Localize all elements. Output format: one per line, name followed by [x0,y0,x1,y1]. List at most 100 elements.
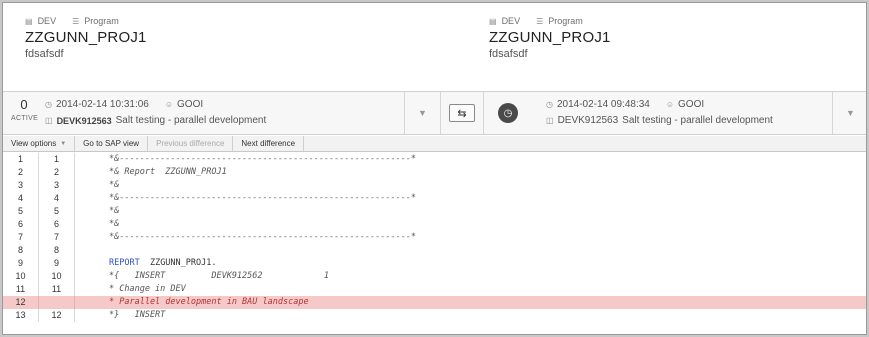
clock-icon: ◷ [45,100,52,109]
right-version-selector[interactable]: ◷ ◷ 2014-02-14 09:48:34 ☺ GOOI ◫ DEVK912… [483,92,866,134]
left-object-header: ▤ DEV ☰ Program ZZGUNN_PROJ1 fdsafsdf [25,15,147,61]
right-line-number: 10 [39,270,75,283]
code-row: 11 11 * Change in DEV [3,283,866,296]
code-text: *&--------------------------------------… [109,154,417,164]
code-text: *{ INSERT DEVK912562 1 [109,271,330,281]
left-object-name: ZZGUNN_PROJ1 [25,29,147,46]
left-line-number: 13 [3,309,39,322]
chevron-down-icon: ▼ [418,108,427,118]
user-icon: ☺ [665,100,675,109]
code-text: * Parallel development in BAU landscape [109,297,309,307]
left-line-number: 6 [3,218,39,231]
chevron-down-icon: ▼ [846,108,855,118]
left-line-number: 3 [3,179,39,192]
code-statement: ZZGUNN_PROJ1. [139,258,217,268]
left-line-number: 4 [3,192,39,205]
left-line-number: 8 [3,244,39,257]
code-row: 7 7 *&------------------------------------… [3,231,866,244]
right-object-type: Program [548,16,583,26]
right-line-number: 7 [39,231,75,244]
left-version-user: GOOI [177,99,204,110]
left-object-description: fdsafsdf [25,48,64,60]
right-line-number [39,296,75,309]
code-text: *& [109,180,120,190]
right-line-number: 11 [39,283,75,296]
code-row: 2 2 *& Report ZZGUNN_PROJ1 [3,166,866,179]
version-badge: 0 ACTIVE [11,97,39,123]
database-icon: ▤ [489,16,497,26]
code-row: 5 5 *& [3,205,866,218]
right-version-timestamp: 2014-02-14 09:48:34 [556,99,650,110]
program-icon: ☰ [72,16,80,26]
swap-arrows-icon: ⇆ [457,107,467,120]
view-options-button[interactable]: View options ▼ [3,136,76,151]
left-version-dropdown[interactable]: ▼ [404,92,440,134]
right-object-description: fdsafsdf [489,48,528,60]
code-row-difference: 12 * Parallel development in BAU landscap… [3,296,866,309]
right-line-number: 1 [39,153,75,166]
version-bar: 0 ACTIVE ◷ 2014-02-14 10:31:06 ☺ GOOI ◫ … [3,91,866,135]
right-line-number: 6 [39,218,75,231]
code-row: 88 [3,244,866,257]
transport-request-icon: ◫ [45,116,53,125]
right-line-number: 5 [39,205,75,218]
code-text: *& [109,219,120,229]
right-line-number: 9 [39,257,75,270]
code-row: 4 4 *&------------------------------------… [3,192,866,205]
code-text: *&--------------------------------------… [109,193,417,203]
code-row: 10 10 *{ INSERT DEVK912562 1 [3,270,866,283]
history-clock-icon: ◷ [498,103,518,123]
code-keyword: REPORT [109,258,140,268]
code-row: 9 9 REPORT ZZGUNN_PROJ1. [3,257,866,270]
left-object-type: Program [84,16,119,26]
code-text: *& [109,206,120,216]
version-state: ACTIVE [11,115,39,122]
left-version-selector[interactable]: 0 ACTIVE ◷ 2014-02-14 10:31:06 ☺ GOOI ◫ … [3,92,441,134]
left-line-number: 10 [3,270,39,283]
left-line-number: 2 [3,166,39,179]
left-line-number: 12 [3,296,39,309]
code-text: *&--------------------------------------… [109,232,417,242]
right-object-header: ▤ DEV ☰ Program ZZGUNN_PROJ1 fdsafsdf [489,15,611,61]
code-text: *} INSERT [109,310,166,320]
right-line-number: 3 [39,179,75,192]
code-row: 13 12 *} INSERT [3,309,866,322]
right-version-dropdown[interactable]: ▼ [832,92,866,134]
code-comparison: 1 1 *&------------------------------------… [3,153,866,322]
right-system: DEV [501,16,521,26]
transport-request-icon: ◫ [546,116,554,125]
left-version-request-text: Salt testing - parallel development [115,115,267,126]
user-icon: ☺ [164,100,174,109]
left-version-request: DEVK912563 [56,116,112,126]
version-number: 0 [20,97,28,112]
right-version-request-text: Salt testing - parallel development [622,115,773,126]
previous-difference-button[interactable]: Previous difference [148,136,234,151]
left-system: DEV [37,16,57,26]
left-line-number: 5 [3,205,39,218]
next-difference-button[interactable]: Next difference [233,136,305,151]
right-line-number: 2 [39,166,75,179]
right-version-request: DEVK912563 [557,115,619,126]
swap-versions-button[interactable]: ⇆ [449,104,475,122]
left-line-number: 7 [3,231,39,244]
database-icon: ▤ [25,16,33,26]
diff-toolbar: View options ▼ Go to SAP view Previous d… [3,136,866,152]
right-object-name: ZZGUNN_PROJ1 [489,29,611,46]
left-line-number: 11 [3,283,39,296]
right-line-number: 4 [39,192,75,205]
right-line-number: 12 [39,309,75,322]
left-version-timestamp: 2014-02-14 10:31:06 [55,99,149,110]
left-line-number: 1 [3,153,39,166]
code-row: 3 3 *& [3,179,866,192]
go-to-sap-view-button[interactable]: Go to SAP view [75,136,149,151]
code-row: 6 6 *& [3,218,866,231]
right-version-user: GOOI [678,99,705,110]
code-row: 1 1 *&------------------------------------… [3,153,866,166]
clock-icon: ◷ [546,100,553,109]
chevron-down-icon: ▼ [60,140,67,147]
code-text: *& Report ZZGUNN_PROJ1 [109,167,227,177]
code-text: REPORT ZZGUNN_PROJ1. [75,257,216,270]
right-line-number: 8 [39,244,75,257]
code-text: * Change in DEV [109,284,186,294]
